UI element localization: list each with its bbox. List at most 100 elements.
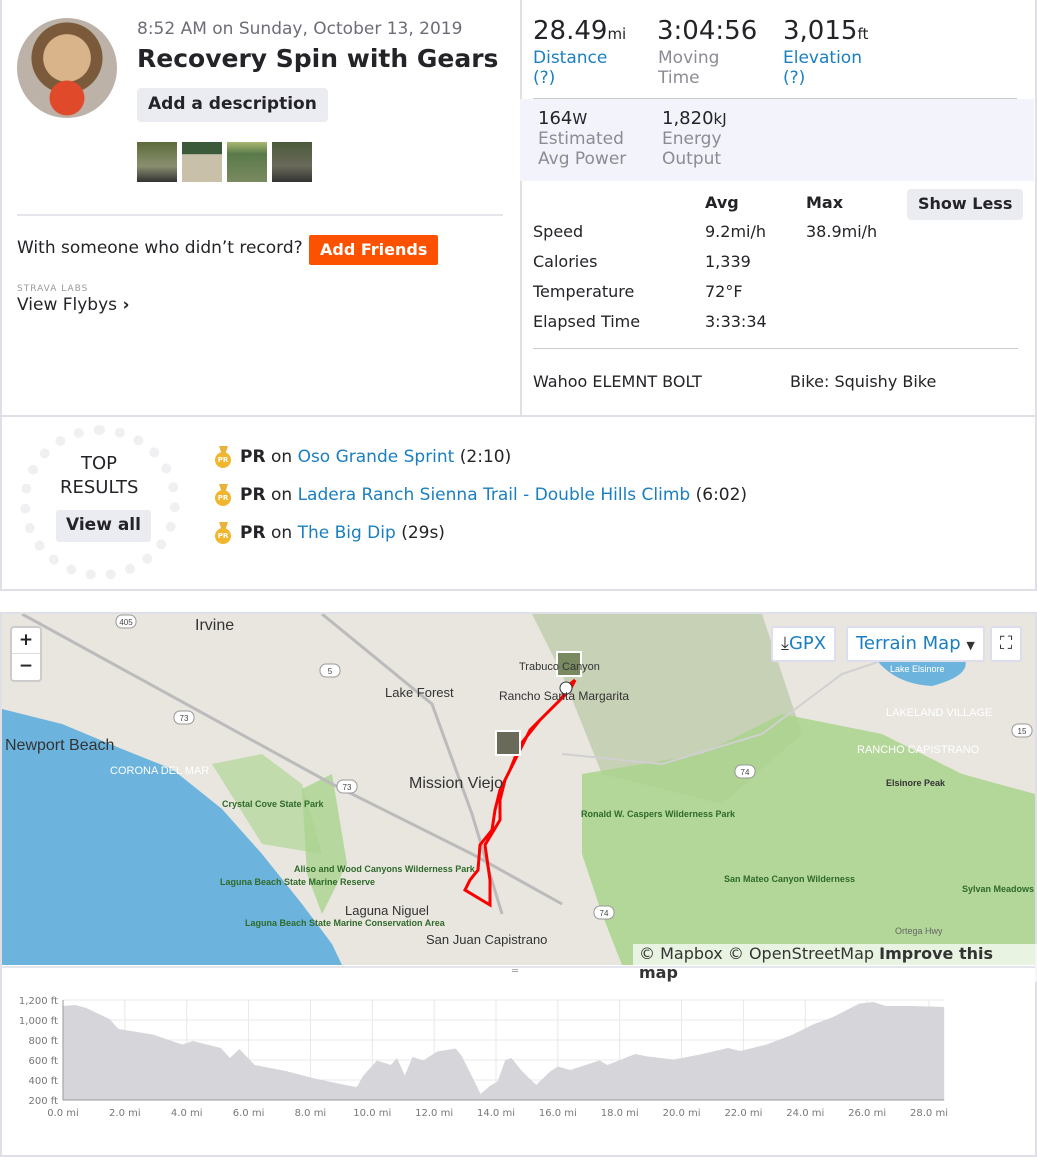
strava-labs-label: STRAVA LABS	[17, 284, 89, 294]
segment-link[interactable]: Oso Grande Sprint	[298, 447, 455, 467]
divider	[520, 0, 522, 416]
elevation-area	[63, 1002, 945, 1100]
moving-time-label: Moving Time	[658, 48, 720, 88]
highway-shield-icon: 74	[593, 905, 615, 920]
map-type-dropdown[interactable]: Terrain Map ▼	[846, 626, 985, 662]
zoom-in-button[interactable]: +	[12, 628, 40, 654]
map-label: Laguna Beach State Marine Conservation A…	[245, 918, 446, 928]
power-label: Estimated Avg Power	[538, 129, 627, 169]
map-label: Elsinore Peak	[886, 778, 946, 788]
segment-link[interactable]: The Big Dip	[298, 523, 396, 543]
x-tick-label: 22.0 mi	[724, 1108, 762, 1119]
stat-row-max: 38.9mi/h	[806, 222, 878, 241]
stat-row-label: Calories	[533, 252, 598, 271]
view-all-button[interactable]: View all	[56, 510, 151, 542]
pr-item: PR on Ladera Ranch Sienna Trail - Double…	[215, 484, 747, 506]
distance-value: 28.49mi	[533, 16, 627, 46]
activity-title: Recovery Spin with Gears	[137, 44, 499, 73]
zoom-control: + −	[10, 626, 42, 682]
shield-label: 74	[600, 909, 609, 918]
shield-label: 5	[328, 667, 333, 676]
elevation-value: 3,015ft	[783, 16, 869, 46]
map-label: LAKELAND VILLAGE	[886, 707, 992, 719]
add-description-button[interactable]: Add a description	[137, 88, 328, 122]
with-someone-prompt: With someone who didn’t record?	[17, 238, 303, 258]
route-map[interactable]: Irvine Newport Beach CORONA DEL MAR Lake Fo…	[2, 614, 1035, 965]
shield-label: 73	[180, 714, 189, 723]
x-tick-label: 6.0 mi	[233, 1108, 265, 1119]
map-label: Crystal Cove State Park	[222, 799, 325, 809]
y-tick-label: 200 ft	[28, 1096, 58, 1107]
x-tick-label: 20.0 mi	[663, 1108, 701, 1119]
map-label: CORONA DEL MAR	[110, 765, 209, 777]
stat-row-avg: 9.2mi/h	[705, 222, 767, 241]
bike-name: Bike: Squishy Bike	[790, 372, 937, 391]
map-label: San Juan Capistrano	[426, 932, 547, 947]
photo-thumbnail[interactable]	[272, 142, 312, 182]
chevron-right-icon: ›	[122, 295, 130, 315]
map-label: Sylvan Meadows	[962, 884, 1034, 894]
pr-medal-icon	[215, 446, 232, 468]
photo-thumbnail[interactable]	[137, 142, 177, 182]
view-flybys-label: View Flybys	[17, 295, 118, 315]
x-tick-label: 16.0 mi	[539, 1108, 577, 1119]
segment-link[interactable]: Ladera Ranch Sienna Trail - Double Hills…	[298, 485, 691, 505]
y-tick-label: 1,000 ft	[19, 1016, 58, 1027]
col-avg-header: Avg	[705, 193, 739, 212]
x-tick-label: 0.0 mi	[47, 1108, 79, 1119]
fullscreen-icon[interactable]: ⛶	[990, 626, 1022, 662]
energy-value: 1,820kJ	[662, 108, 727, 129]
map-label: Laguna Beach State Marine Reserve	[220, 877, 375, 887]
highway-shield-icon: 405	[115, 614, 137, 629]
shield-label: 405	[119, 618, 133, 627]
stat-row-avg: 3:33:34	[705, 312, 767, 331]
avatar[interactable]	[17, 18, 117, 118]
stat-row-avg: 72°F	[705, 282, 743, 301]
elevation-chart: 1,200 ft 1,000 ft 800 ft 600 ft 400 ft 200 ft…	[19, 996, 948, 1119]
highway-shield-icon: 74	[734, 764, 756, 779]
photo-thumbnail[interactable]	[182, 142, 222, 182]
highway-shield-icon: 73	[173, 710, 195, 725]
divider	[0, 415, 1037, 417]
map-label: Aliso and Wood Canyons Wilderness Park	[294, 864, 476, 874]
photo-thumbnail[interactable]	[227, 142, 267, 182]
stat-row-label: Speed	[533, 222, 584, 241]
caret-down-icon: ▼	[966, 639, 975, 652]
y-tick-label: 400 ft	[28, 1076, 58, 1087]
y-tick-label: 1,200 ft	[19, 996, 58, 1007]
gpx-download-button[interactable]: ⤓GPX	[771, 626, 837, 662]
x-tick-label: 14.0 mi	[477, 1108, 515, 1119]
view-flybys-link[interactable]: View Flybys ›	[17, 295, 129, 315]
highway-shield-icon: 15	[1011, 723, 1033, 738]
zoom-out-button[interactable]: −	[12, 654, 40, 679]
x-tick-label: 4.0 mi	[171, 1108, 203, 1119]
elevation-label[interactable]: Elevation (?)	[783, 48, 862, 88]
device-name: Wahoo ELEMNT BOLT	[533, 372, 702, 391]
elevation-profile[interactable]: 1,200 ft 1,000 ft 800 ft 600 ft 400 ft 200 ft…	[2, 966, 1035, 1155]
x-tick-label: 24.0 mi	[786, 1108, 824, 1119]
distance-label[interactable]: Distance (?)	[533, 48, 607, 88]
map-label: Ronald W. Caspers Wilderness Park	[581, 809, 736, 819]
map-label: Trabuco Canyon	[519, 661, 600, 673]
pr-medal-icon	[215, 522, 232, 544]
divider	[533, 98, 1017, 99]
x-tick-label: 2.0 mi	[109, 1108, 141, 1119]
add-friends-button[interactable]: Add Friends	[309, 235, 439, 265]
photo-marker	[495, 730, 521, 756]
pr-item: PR on Oso Grande Sprint (2:10)	[215, 446, 511, 468]
highway-shield-icon: 73	[336, 779, 358, 794]
map-label: Ortega Hwy	[895, 926, 943, 936]
divider	[533, 348, 1018, 349]
map-label: Lake Elsinore	[890, 664, 945, 674]
show-less-button[interactable]: Show Less	[907, 189, 1024, 220]
pr-item: PR on The Big Dip (29s)	[215, 522, 445, 544]
download-icon: ⤓	[781, 633, 789, 654]
map-label: Laguna Niguel	[345, 903, 429, 918]
energy-label: Energy Output	[662, 129, 722, 169]
stat-row-avg: 1,339	[705, 252, 751, 271]
x-tick-label: 26.0 mi	[848, 1108, 886, 1119]
x-tick-label: 12.0 mi	[415, 1108, 453, 1119]
x-tick-label: 28.0 mi	[910, 1108, 948, 1119]
map-label: Lake Forest	[385, 685, 454, 700]
attribution-link[interactable]: © Mapbox © OpenStreetMap	[639, 944, 874, 963]
